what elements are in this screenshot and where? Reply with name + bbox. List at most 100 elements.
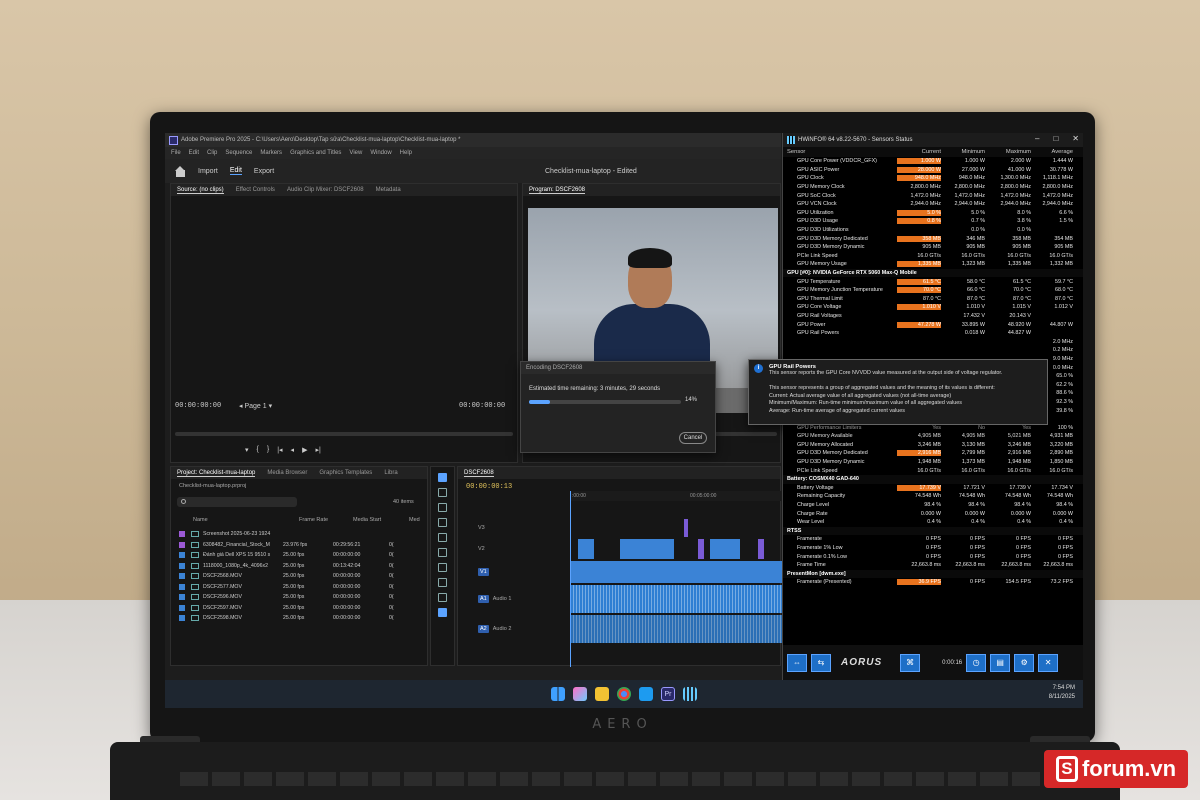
project-search-input[interactable] (177, 497, 297, 507)
project-item[interactable]: 6308482_Financial_Stock_M 23.976 fps 00:29… (179, 540, 425, 551)
track-v1[interactable]: V1 (458, 561, 782, 583)
sensor-row[interactable]: GPU ASIC Power 28.000 W 27.000 W 41.000 W 30… (783, 166, 1083, 175)
tab-media-browser[interactable]: Media Browser (267, 470, 307, 476)
menu-item-graphics-and-titles[interactable]: Graphics and Titles (290, 150, 341, 156)
project-item[interactable]: DSCF2596.MOV 25.00 fps 00:00:00:00 0( (179, 592, 425, 603)
sensor-row[interactable]: GPU Temperature 61.5 °C 58.0 °C 61.5 °C 59.7… (783, 277, 1083, 286)
sensor-row[interactable]: GPU VCN Clock 2,944.0 MHz 2,944.0 MHz 2,944… (783, 200, 1083, 209)
tab-export[interactable]: Export (254, 168, 274, 175)
col-name[interactable]: Name (193, 517, 299, 523)
tab-audio-clip-mixer[interactable]: Audio Clip Mixer: DSCF2608 (287, 187, 364, 193)
menu-item-markers[interactable]: Markers (260, 150, 282, 156)
razor-tool-icon[interactable] (438, 518, 447, 527)
menu-item-edit[interactable]: Edit (189, 150, 199, 156)
sensor-row[interactable]: GPU D3D Memory Dedicated 358 MB 346 MB 358 … (783, 234, 1083, 243)
source-page-select[interactable]: ◂ Page 1 ▾ (239, 402, 272, 410)
tab-sequence[interactable]: DSCF2608 (464, 470, 494, 477)
menu-item-window[interactable]: Window (370, 150, 391, 156)
label-color-swatch[interactable] (179, 573, 185, 580)
project-item[interactable]: 1118000_1080p_4k_4096x2 25.00 fps 00:13:42… (179, 561, 425, 572)
project-item[interactable]: DSCF2568.MOV 25.00 fps 00:00:00:00 0( (179, 571, 425, 582)
sensor-row[interactable]: PCIe Link Speed 16.0 GT/s 16.0 GT/s 16.0 GT… (783, 252, 1083, 261)
collapse-icon[interactable]: ⇔ (787, 653, 807, 672)
col-media-duration[interactable]: Med (409, 517, 420, 523)
expand-icon[interactable]: ⇆ (811, 653, 831, 672)
timeline-ruler[interactable]: :00:00 00:05:00:00 (570, 491, 782, 501)
sensor-row[interactable]: Wear Level 0.4 % 0.4 % 0.4 % 0.4 % (783, 518, 1083, 527)
project-item[interactable]: Đánh giá Dell XPS 15 9510 s 25.00 fps 00:0… (179, 550, 425, 561)
sensor-row[interactable]: GPU Power 47.278 W 33.895 W 48.920 W 44.807 … (783, 320, 1083, 329)
sensor-row[interactable]: GPU Memory Clock 2,800.0 MHz 2,800.0 MHz 2,… (783, 183, 1083, 192)
sensor-row[interactable]: GPU Memory Usage 1,335 MB 1,323 MB 1,335 MB… (783, 260, 1083, 269)
play-back-icon[interactable]: ◂ (291, 446, 295, 454)
track-select-tool-icon[interactable] (438, 488, 447, 497)
slip-tool-icon[interactable] (438, 533, 447, 542)
label-color-swatch[interactable] (179, 615, 185, 622)
maximize-icon[interactable]: □ (1053, 134, 1058, 143)
sensor-row[interactable]: GPU Thermal Limit 87.0 °C 87.0 °C 87.0 °C 87… (783, 295, 1083, 304)
tab-metadata[interactable]: Metadata (376, 187, 401, 193)
sensor-row[interactable]: Framerate (Presented) 36.9 FPS 0 FPS 154.5 … (783, 578, 1083, 587)
label-color-swatch[interactable] (179, 541, 185, 548)
network-icon[interactable]: ⌘ (900, 653, 921, 672)
timeline-playhead[interactable] (570, 491, 571, 667)
sensor-row[interactable]: Frame Time 22,663.8 ms 22,663.8 ms 22,663.8… (783, 561, 1083, 570)
col-minimum[interactable]: Minimum (941, 149, 985, 155)
sensor-row[interactable]: GPU Utilization 5.0 % 5.0 % 8.0 % 6.6 % (783, 209, 1083, 218)
sensor-row[interactable]: GPU D3D Usage 0.8 % 0.7 % 3.8 % 1.5 % (783, 217, 1083, 226)
sensor-row[interactable]: GPU Memory Available 4,905 MB 4,905 MB 5,02… (783, 432, 1083, 441)
mark-out-icon[interactable]: } (267, 446, 269, 454)
tab-graphics-templates[interactable]: Graphics Templates (319, 470, 372, 476)
audio-clip[interactable] (570, 615, 782, 643)
clip[interactable] (710, 539, 740, 559)
minimize-icon[interactable]: – (1035, 134, 1039, 143)
caption-tool-icon[interactable] (438, 608, 447, 617)
sensor-row[interactable]: GPU D3D Memory Dedicated 2,916 MB 2,799 MB… (783, 449, 1083, 458)
copilot-icon[interactable] (573, 687, 587, 701)
col-current[interactable]: Current (897, 149, 941, 155)
type-tool-icon[interactable] (438, 593, 447, 602)
marker-icon[interactable]: ▾ (245, 446, 249, 454)
menu-item-help[interactable]: Help (400, 150, 412, 156)
label-color-swatch[interactable] (179, 552, 185, 559)
tab-libraries[interactable]: Libra (384, 470, 397, 476)
tab-program[interactable]: Program: DSCF2608 (529, 187, 586, 194)
premiere-taskbar-icon[interactable]: Pr (661, 687, 675, 701)
tab-effect-controls[interactable]: Effect Controls (236, 187, 275, 193)
sensor-row[interactable]: GPU D3D Memory Dynamic 905 MB 905 MB 905 MB… (783, 243, 1083, 252)
project-item[interactable]: Screenshot 2025-06-23 1924 (179, 529, 425, 540)
sensor-row[interactable]: GPU SoC Clock 1,472.0 MHz 1,472.0 MHz 1,472… (783, 191, 1083, 200)
col-average[interactable]: Average (1031, 149, 1076, 155)
sensor-row[interactable]: GPU Memory Allocated 3,246 MB 3,130 MB 3,24… (783, 441, 1083, 450)
edge-icon[interactable] (639, 687, 653, 701)
sensor-row[interactable]: Remaining Capacity 74.548 Wh 74.548 Wh 74.5… (783, 492, 1083, 501)
sensor-row[interactable]: GPU Core Power (VDDCR_GFX) 1.000 W 1.000 W… (783, 157, 1083, 166)
sensor-section-header[interactable]: GPU [#0]: NVIDIA GeForce RTX 5060 Max-Q … (783, 268, 1083, 278)
project-item[interactable]: DSCF2598.MOV 25.00 fps 00:00:00:00 0( (179, 613, 425, 624)
sensor-row[interactable]: Framerate 0 FPS 0 FPS 0 FPS 0 FPS (783, 535, 1083, 544)
label-color-swatch[interactable] (179, 531, 185, 538)
system-tray-clock[interactable]: 7:54 PM 8/11/2025 (1049, 684, 1075, 702)
clip[interactable] (570, 561, 782, 583)
sensor-row[interactable]: 2.0 MHz (783, 337, 1083, 346)
track-a2[interactable]: A2 Audio 2 (458, 615, 782, 643)
clip[interactable] (620, 539, 674, 559)
label-color-swatch[interactable] (179, 594, 185, 601)
step-back-icon[interactable]: |◂ (277, 446, 282, 454)
home-icon[interactable] (175, 165, 186, 177)
sensor-row[interactable]: GPU D3D Utilizations 0.0 % 0.0 % (783, 226, 1083, 235)
report-icon[interactable]: ▤ (990, 653, 1011, 672)
clip[interactable] (578, 539, 594, 559)
ripple-edit-tool-icon[interactable] (438, 503, 447, 512)
windows-start-icon[interactable] (551, 687, 565, 701)
track-v3[interactable]: V3 (458, 519, 782, 537)
menu-item-view[interactable]: View (349, 150, 362, 156)
mark-in-icon[interactable]: { (257, 446, 259, 454)
file-explorer-icon[interactable] (595, 687, 609, 701)
label-color-swatch[interactable] (179, 562, 185, 569)
hwinfo-taskbar-icon[interactable] (683, 687, 697, 701)
tab-import[interactable]: Import (198, 168, 218, 175)
col-maximum[interactable]: Maximum (985, 149, 1031, 155)
clip[interactable] (684, 519, 688, 537)
sensor-row[interactable]: GPU Core Voltage 1.010 V 1.010 V 1.015 V 1.0… (783, 303, 1083, 312)
